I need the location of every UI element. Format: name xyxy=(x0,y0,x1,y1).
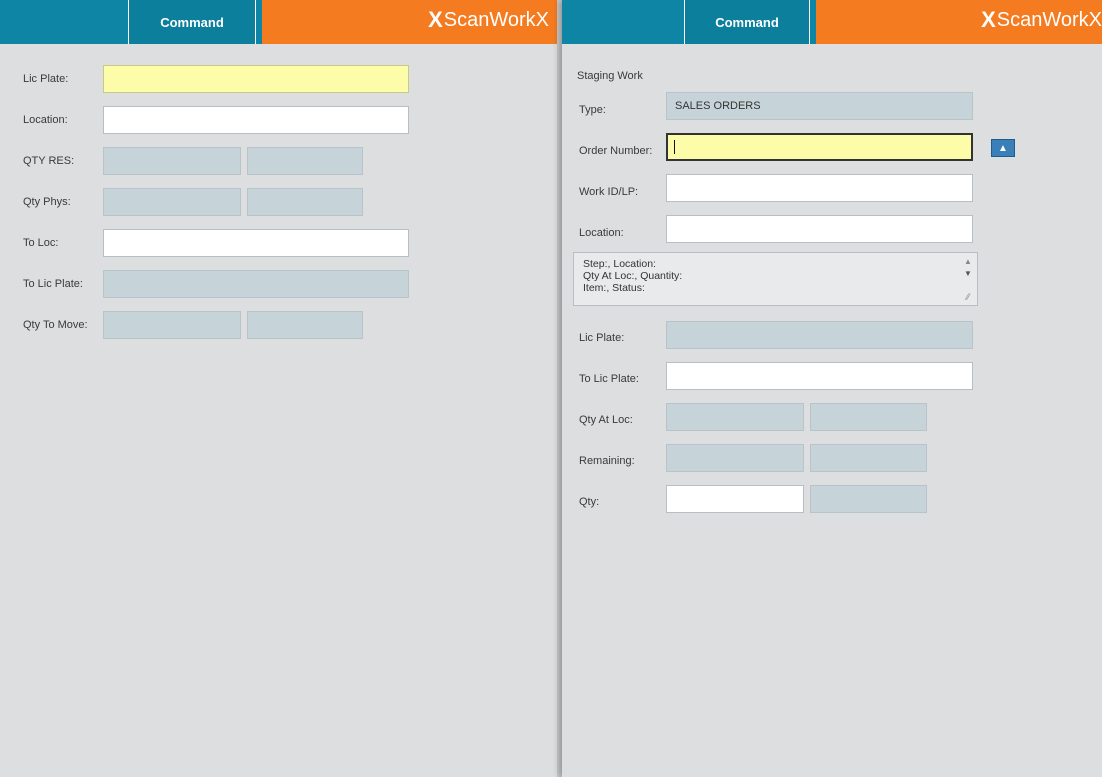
lic-plate-field xyxy=(666,321,973,349)
right-command-label: Command xyxy=(715,14,779,30)
qty-to-move-label: Qty To Move: xyxy=(23,319,88,331)
collapse-up-button[interactable]: ▲ xyxy=(991,139,1015,157)
qty-res-label: QTY RES: xyxy=(23,155,75,167)
scroll-up-icon[interactable]: ▲ xyxy=(963,256,973,268)
memo-line: Item:, Status: xyxy=(583,282,645,294)
qty-to-move-field-1 xyxy=(103,311,241,339)
lic-plate-label: Lic Plate: xyxy=(579,332,625,344)
triangle-up-icon: ▲ xyxy=(998,142,1008,154)
qty-phys-label: Qty Phys: xyxy=(23,196,71,208)
lic-plate-label: Lic Plate: xyxy=(23,73,69,85)
order-number-input[interactable] xyxy=(666,133,973,161)
left-command-button[interactable]: Command xyxy=(128,0,256,44)
right-panel: Command X ScanWorkX Staging Work Type: SA… xyxy=(562,0,1102,777)
qty-label: Qty: xyxy=(579,496,600,508)
left-brand-text: ScanWorkX xyxy=(443,9,549,31)
qty-res-field-1 xyxy=(103,147,241,175)
qty-to-move-field-2 xyxy=(247,311,363,339)
location-label: Location: xyxy=(23,114,68,126)
qty-input[interactable] xyxy=(666,485,804,513)
memo-line: Qty At Loc:, Quantity: xyxy=(583,270,683,282)
qty-at-loc-label: Qty At Loc: xyxy=(579,414,633,426)
qty-phys-field-2 xyxy=(247,188,363,216)
left-brand-logo: X ScanWorkX xyxy=(262,0,557,44)
right-brand-text: ScanWorkX xyxy=(996,9,1102,31)
remaining-field-1 xyxy=(666,444,804,472)
remaining-label: Remaining: xyxy=(579,455,635,467)
right-brand-x-icon: X xyxy=(981,7,996,32)
qty-at-loc-field-2 xyxy=(810,403,927,431)
type-label: Type: xyxy=(579,104,606,116)
to-lic-plate-label: To Lic Plate: xyxy=(23,278,83,290)
type-value: SALES ORDERS xyxy=(675,100,761,112)
to-lic-plate-input[interactable] xyxy=(666,362,973,390)
qty-at-loc-field-1 xyxy=(666,403,804,431)
remaining-field-2 xyxy=(810,444,927,472)
left-panel: Command X ScanWorkX Lic Plate: Location: … xyxy=(0,0,557,777)
qty-field-2 xyxy=(810,485,927,513)
resize-grip-icon[interactable]: ⁄⁄ xyxy=(963,291,973,303)
status-memo[interactable]: Step:, Location: Qty At Loc:, Quantity: … xyxy=(573,252,978,306)
to-lic-plate-label: To Lic Plate: xyxy=(579,373,639,385)
scroll-down-icon[interactable]: ▼ xyxy=(963,268,973,280)
right-brand-logo: X ScanWorkX xyxy=(816,0,1102,44)
type-field: SALES ORDERS xyxy=(666,92,973,120)
to-loc-label: To Loc: xyxy=(23,237,59,249)
right-header: Command X ScanWorkX xyxy=(562,0,1102,44)
right-command-button[interactable]: Command xyxy=(684,0,810,44)
location-input[interactable] xyxy=(103,106,409,134)
left-header: Command X ScanWorkX xyxy=(0,0,557,44)
qty-res-field-2 xyxy=(247,147,363,175)
qty-phys-field-1 xyxy=(103,188,241,216)
left-command-label: Command xyxy=(160,14,224,30)
location-label: Location: xyxy=(579,227,624,239)
to-lic-plate-field xyxy=(103,270,409,298)
order-number-label: Order Number: xyxy=(579,145,653,157)
section-title: Staging Work xyxy=(577,70,643,82)
to-loc-input[interactable] xyxy=(103,229,409,257)
memo-line: Step:, Location: xyxy=(583,258,656,270)
work-id-label: Work ID/LP: xyxy=(579,186,639,198)
text-caret xyxy=(674,140,675,155)
left-brand-x-icon: X xyxy=(428,7,443,32)
location-input[interactable] xyxy=(666,215,973,243)
work-id-input[interactable] xyxy=(666,174,973,202)
lic-plate-input[interactable] xyxy=(103,65,409,93)
